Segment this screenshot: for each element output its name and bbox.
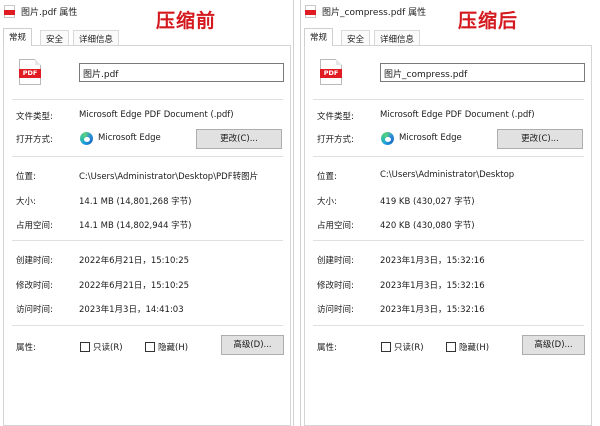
accessed-value: 2023年1月3日，15:32:16 — [380, 305, 485, 315]
modified-label: 修改时间: — [317, 281, 354, 291]
divider — [12, 240, 283, 241]
hidden-checkbox[interactable] — [145, 342, 155, 352]
created-label: 创建时间: — [16, 256, 53, 266]
size-value: 419 KB (430,027 字节) — [380, 197, 475, 207]
change-button[interactable]: 更改(C)... — [497, 129, 583, 149]
location-value: C:\Users\Administrator\Desktop\PDF转图片 — [79, 172, 259, 182]
disk-size-label: 占用空间: — [317, 221, 354, 231]
divider — [12, 99, 283, 100]
hidden-label[interactable]: 隐藏(H) — [459, 341, 489, 353]
size-label: 大小: — [16, 197, 36, 207]
divider — [12, 325, 283, 326]
pdf-file-icon: PDF — [19, 59, 41, 85]
accessed-label: 访问时间: — [16, 305, 53, 315]
title-bar: 图片_compress.pdf 属性 压缩后 — [301, 0, 594, 32]
pdf-file-icon — [305, 5, 316, 18]
window-title: 图片_compress.pdf 属性 — [322, 8, 427, 18]
modified-value: 2022年6月21日，15:10:25 — [79, 281, 190, 291]
accessed-value: 2023年1月3日，14:41:03 — [79, 305, 184, 315]
tab-security[interactable]: 安全 — [341, 30, 371, 46]
window-title: 图片.pdf 属性 — [21, 8, 78, 18]
pdf-file-icon: PDF — [320, 59, 342, 85]
modified-value: 2023年1月3日，15:32:16 — [380, 281, 485, 291]
advanced-button[interactable]: 高级(D)... — [522, 335, 585, 355]
change-button[interactable]: 更改(C)... — [196, 129, 282, 149]
divider — [313, 99, 584, 100]
tab-details[interactable]: 详细信息 — [73, 30, 120, 46]
edge-icon — [381, 132, 394, 145]
caption-before: 压缩前 — [156, 10, 217, 32]
created-value: 2022年6月21日，15:10:25 — [79, 256, 190, 266]
open-with-label: 打开方式: — [16, 135, 53, 145]
pdf-file-icon — [4, 5, 15, 18]
size-label: 大小: — [317, 197, 337, 207]
readonly-checkbox[interactable] — [80, 342, 90, 352]
pdf-icon-label: PDF — [320, 69, 342, 78]
accessed-label: 访问时间: — [317, 305, 354, 315]
location-label: 位置: — [317, 172, 337, 182]
modified-label: 修改时间: — [16, 281, 53, 291]
file-type-value: Microsoft Edge PDF Document (.pdf) — [79, 110, 234, 120]
open-with-value: Microsoft Edge — [98, 133, 161, 143]
disk-size-value: 420 KB (430,080 字节) — [380, 221, 475, 231]
open-with-label: 打开方式: — [317, 135, 354, 145]
pdf-icon-label: PDF — [19, 69, 41, 78]
properties-dialog-before: 图片.pdf 属性 压缩前 常规 安全 详细信息 PDF 图片.pdf 文件类型… — [0, 0, 294, 426]
general-panel: PDF 图片.pdf 文件类型: Microsoft Edge PDF Docu… — [3, 45, 291, 426]
file-type-label: 文件类型: — [16, 112, 53, 122]
tab-details[interactable]: 详细信息 — [374, 30, 421, 46]
file-type-value: Microsoft Edge PDF Document (.pdf) — [380, 110, 535, 120]
file-name-input[interactable]: 图片.pdf — [79, 63, 284, 82]
size-value: 14.1 MB (14,801,268 字节) — [79, 197, 192, 207]
hidden-label[interactable]: 隐藏(H) — [158, 341, 188, 353]
readonly-label[interactable]: 只读(R) — [394, 341, 424, 353]
edge-icon — [80, 132, 93, 145]
attributes-label: 属性: — [317, 343, 337, 353]
created-label: 创建时间: — [317, 256, 354, 266]
divider — [313, 240, 584, 241]
readonly-checkbox[interactable] — [381, 342, 391, 352]
properties-dialog-after: 图片_compress.pdf 属性 压缩后 常规 安全 详细信息 PDF 图片… — [300, 0, 594, 426]
created-value: 2023年1月3日，15:32:16 — [380, 256, 485, 266]
location-value: C:\Users\Administrator\Desktop — [380, 170, 515, 180]
tab-general[interactable]: 常规 — [304, 28, 334, 46]
readonly-label[interactable]: 只读(R) — [93, 341, 123, 353]
attributes-label: 属性: — [16, 343, 36, 353]
advanced-button[interactable]: 高级(D)... — [221, 335, 284, 355]
divider — [313, 156, 584, 157]
open-with-value: Microsoft Edge — [399, 133, 462, 143]
file-name-input[interactable]: 图片_compress.pdf — [380, 63, 585, 82]
caption-after: 压缩后 — [458, 10, 519, 32]
hidden-checkbox[interactable] — [446, 342, 456, 352]
tab-security[interactable]: 安全 — [40, 30, 70, 46]
title-bar: 图片.pdf 属性 压缩前 — [0, 0, 293, 32]
general-panel: PDF 图片_compress.pdf 文件类型: Microsoft Edge… — [304, 45, 592, 426]
tab-general[interactable]: 常规 — [3, 28, 33, 46]
file-type-label: 文件类型: — [317, 112, 354, 122]
location-label: 位置: — [16, 172, 36, 182]
disk-size-value: 14.1 MB (14,802,944 字节) — [79, 221, 192, 231]
divider — [313, 325, 584, 326]
divider — [12, 156, 283, 157]
disk-size-label: 占用空间: — [16, 221, 53, 231]
